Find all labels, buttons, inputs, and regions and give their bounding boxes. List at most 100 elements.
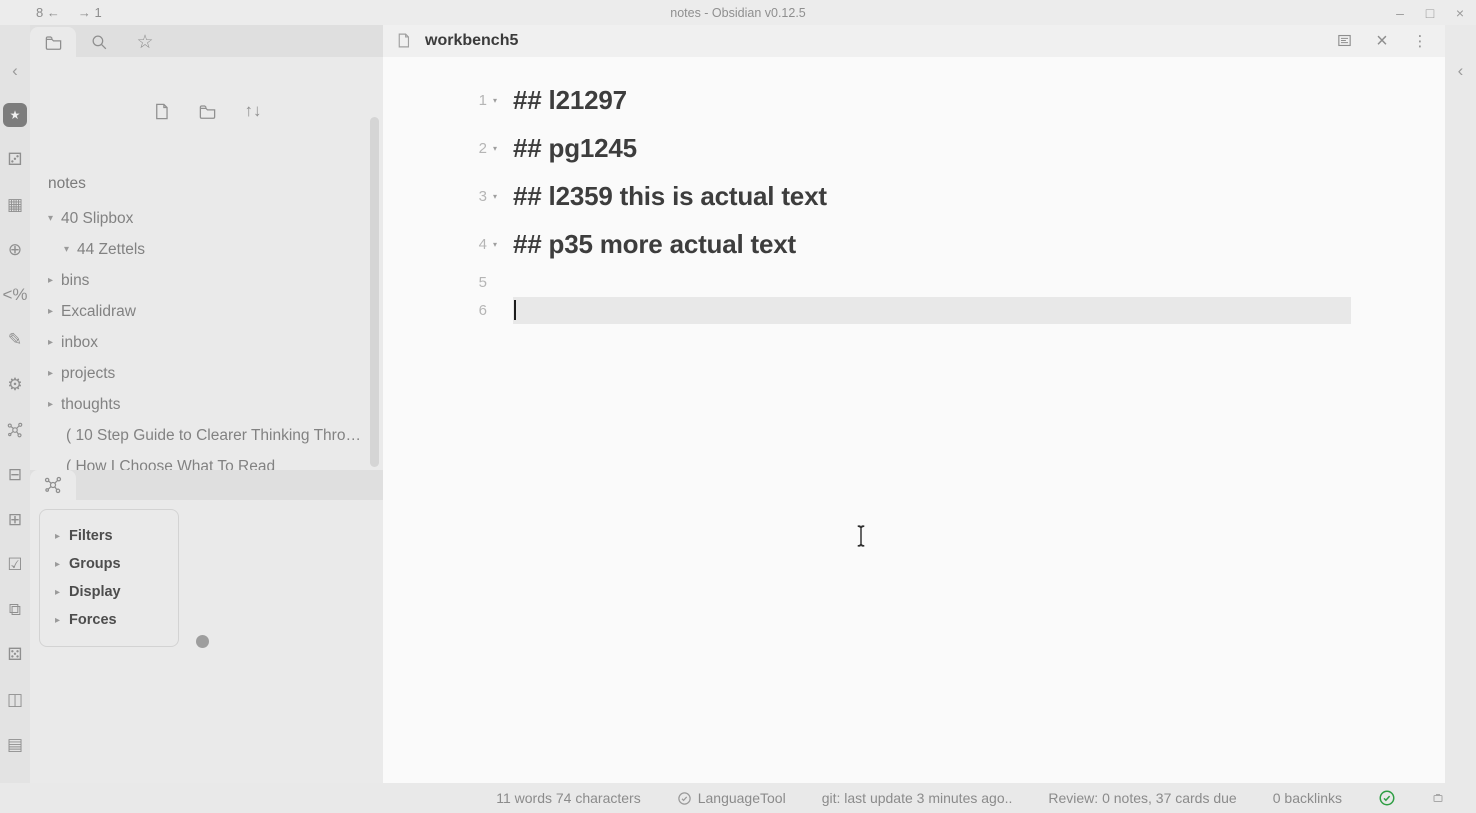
reading-view-icon: [1336, 32, 1353, 49]
editor-line-6[interactable]: 6: [383, 296, 1445, 324]
minimize-button[interactable]: –: [1392, 5, 1408, 21]
editor-line-4[interactable]: 4▾## p35 more actual text: [383, 220, 1445, 268]
vault-title[interactable]: notes: [48, 175, 86, 193]
chevron-down-icon[interactable]: ▾: [48, 213, 61, 224]
graph-icon[interactable]: [3, 418, 27, 442]
sort-button[interactable]: ↑↓: [240, 101, 266, 121]
graph-section-display[interactable]: ▸Display: [40, 578, 178, 606]
chevron-right-icon[interactable]: ▸: [48, 368, 61, 379]
note-settings-icon[interactable]: ⚙: [3, 373, 27, 397]
folder-item[interactable]: ▸projects: [30, 358, 369, 389]
backlinks-count[interactable]: 0 backlinks: [1273, 790, 1342, 806]
tree-item-label: 40 Slipbox: [61, 210, 133, 228]
line-text: ## l21297: [513, 85, 627, 116]
tree-item-label: Excalidraw: [61, 303, 136, 321]
pen-icon[interactable]: ✎: [3, 328, 27, 352]
tab-file-explorer[interactable]: [30, 27, 76, 57]
editor-line-1[interactable]: 1▾## l21297: [383, 76, 1445, 124]
blocks-icon[interactable]: ⊞: [3, 508, 27, 532]
close-icon: ×: [1376, 30, 1388, 52]
line-text: [513, 297, 1351, 324]
stacked-folders-icon[interactable]: ⊟: [3, 463, 27, 487]
starred-card-icon[interactable]: ★: [3, 103, 27, 127]
fold-indicator-icon[interactable]: ▾: [487, 144, 513, 153]
folder-item[interactable]: ▸thoughts: [30, 389, 369, 420]
vault-switcher-icon[interactable]: [1432, 792, 1444, 804]
new-note-button[interactable]: [148, 101, 174, 121]
table-settings-icon[interactable]: ◫: [3, 688, 27, 712]
folder-item[interactable]: ▾40 Slipbox: [30, 203, 369, 234]
expand-right-sidebar-icon[interactable]: ‹: [1458, 61, 1464, 783]
note-title[interactable]: workbench5: [425, 32, 518, 50]
editor-line-3[interactable]: 3▾## l2359 this is actual text: [383, 172, 1445, 220]
daily-note-icon[interactable]: ▤: [3, 733, 27, 757]
graph-section-filters[interactable]: ▸Filters: [40, 522, 178, 550]
line-text: ## pg1245: [513, 133, 637, 164]
graph-settings-card: ▸Filters▸Groups▸Display▸Forces: [39, 509, 179, 647]
chevron-right-icon[interactable]: ▸: [48, 337, 61, 348]
editor-line-2[interactable]: 2▾## pg1245: [383, 124, 1445, 172]
graph-section-groups[interactable]: ▸Groups: [40, 550, 178, 578]
editor-body[interactable]: 1▾## l212972▾## pg12453▾## l2359 this is…: [383, 57, 1445, 783]
collapse-left-sidebar-icon[interactable]: ‹: [12, 61, 18, 85]
tree-item-label: ( 10 Step Guide to Clearer Thinking Thro…: [66, 427, 369, 445]
close-window-button[interactable]: ×: [1452, 5, 1468, 21]
editor-line-5[interactable]: 5: [383, 268, 1445, 296]
table-icon[interactable]: ▦: [3, 193, 27, 217]
file-item[interactable]: ( 10 Step Guide to Clearer Thinking Thro…: [30, 420, 369, 451]
file-item[interactable]: ( How I Choose What To Read: [30, 451, 369, 470]
chevron-down-icon[interactable]: ▾: [64, 244, 77, 255]
folder-item[interactable]: ▾44 Zettels: [30, 234, 369, 265]
file-explorer-panel: ↑↓ notes ▾40 Slipbox▾44 Zettels▸bins▸Exc…: [30, 57, 383, 470]
new-folder-icon: [198, 101, 217, 120]
folder-item[interactable]: ▸Excalidraw: [30, 296, 369, 327]
note-icon: [395, 32, 412, 50]
fold-indicator-icon[interactable]: ▾: [487, 96, 513, 105]
graph-section-label: Forces: [69, 612, 117, 628]
pan-move-icon[interactable]: ⊕: [3, 238, 27, 262]
dice-icon[interactable]: ⚄: [3, 643, 27, 667]
random-note-icon[interactable]: ⚂: [3, 148, 27, 172]
line-text: ## p35 more actual text: [513, 229, 796, 260]
calendar-check-icon[interactable]: ☑: [3, 553, 27, 577]
text-caret: [514, 300, 516, 320]
folder-item[interactable]: ▸bins: [30, 265, 369, 296]
chevron-right-icon[interactable]: ▸: [48, 399, 61, 410]
templater-icon[interactable]: <%: [3, 283, 27, 307]
maximize-button[interactable]: □: [1422, 5, 1438, 21]
folder-item[interactable]: ▸inbox: [30, 327, 369, 358]
chevron-right-icon[interactable]: ▸: [48, 306, 61, 317]
chevron-right-icon: ▸: [55, 531, 60, 542]
tab-search[interactable]: [76, 27, 122, 57]
left-ribbon: ‹ ★ ⚂ ▦ ⊕ <% ✎ ⚙ ⊟ ⊞ ☑ ⧉ ⚄ ◫ ▤: [0, 25, 30, 783]
fold-indicator-icon[interactable]: ▾: [487, 192, 513, 201]
search-icon: [90, 33, 109, 52]
tab-starred[interactable]: ☆: [122, 27, 168, 57]
git-status[interactable]: git: last update 3 minutes ago..: [822, 790, 1013, 806]
graph-icon: [43, 475, 63, 495]
more-options-button[interactable]: ⋮: [1411, 32, 1429, 51]
graph-node[interactable]: [196, 635, 209, 648]
tab-graph[interactable]: [30, 470, 76, 500]
window-title: notes - Obsidian v0.12.5: [0, 6, 1476, 20]
graph-panel-tabstrip: [30, 470, 383, 500]
reading-view-button[interactable]: [1335, 32, 1353, 50]
fold-indicator-icon[interactable]: ▾: [487, 240, 513, 249]
explorer-scrollbar[interactable]: [370, 117, 379, 467]
status-bar: 11 words 74 characters LanguageTool git:…: [0, 783, 1476, 813]
word-count: 11 words 74 characters: [496, 790, 640, 806]
star-icon: ☆: [136, 31, 153, 54]
copy-note-icon[interactable]: ⧉: [3, 598, 27, 622]
tree-item-label: inbox: [61, 334, 98, 352]
graph-section-forces[interactable]: ▸Forces: [40, 606, 178, 634]
chevron-right-icon: ▸: [55, 559, 60, 570]
new-folder-button[interactable]: [194, 101, 220, 121]
languagetool-status[interactable]: LanguageTool: [677, 790, 786, 807]
review-status[interactable]: Review: 0 notes, 37 cards due: [1048, 790, 1236, 806]
editor-header: workbench5 × ⋮: [383, 25, 1445, 57]
sync-ok-icon[interactable]: [1378, 789, 1396, 807]
close-button[interactable]: ×: [1373, 30, 1391, 53]
chevron-right-icon[interactable]: ▸: [48, 275, 61, 286]
graph-section-label: Display: [69, 584, 121, 600]
right-sidebar-strip: ‹: [1445, 25, 1476, 783]
